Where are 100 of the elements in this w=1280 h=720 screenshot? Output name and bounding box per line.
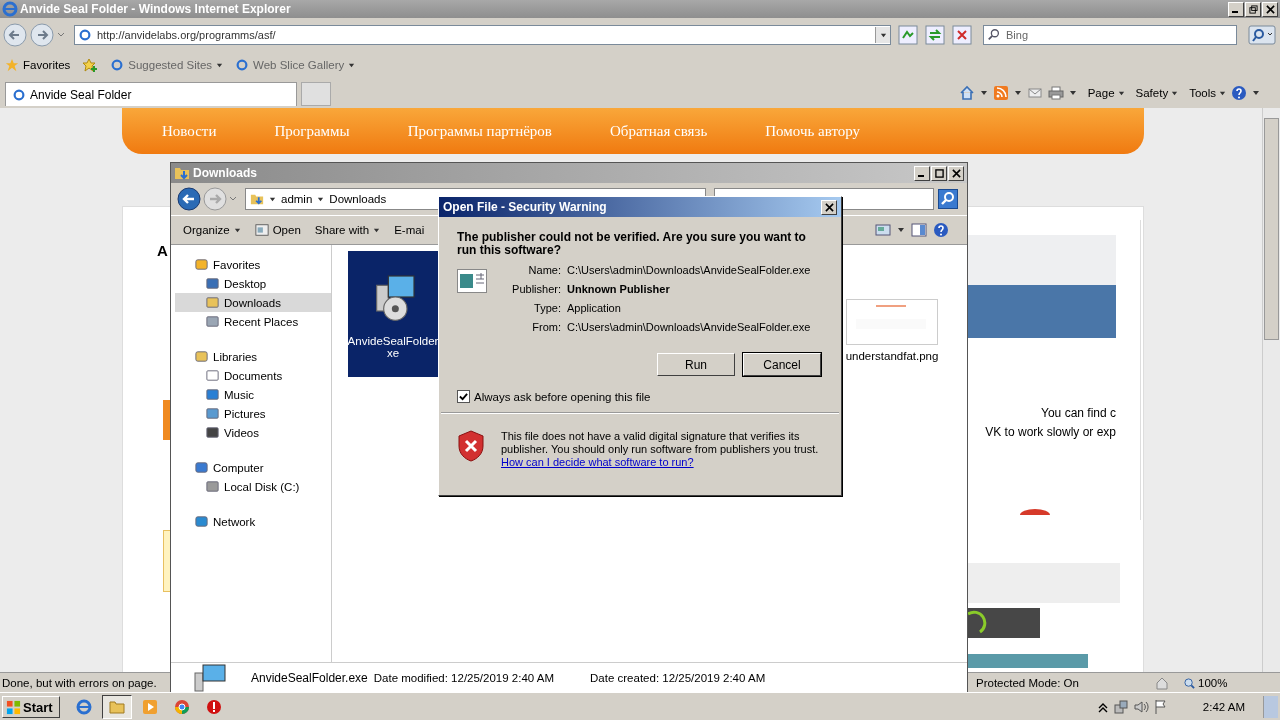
field-label: From: bbox=[531, 320, 561, 335]
checkmark-icon bbox=[459, 392, 468, 401]
speaker-icon[interactable] bbox=[1132, 699, 1149, 715]
protected-mode-status: Protected Mode: On bbox=[975, 677, 1080, 689]
file-item[interactable]: AnvideSealFolder xe bbox=[348, 251, 438, 377]
caret-icon[interactable] bbox=[1013, 89, 1022, 97]
nav-item[interactable]: Documents bbox=[175, 366, 331, 385]
caret-icon bbox=[233, 226, 241, 234]
field-value: C:\Users\admin\Downloads\AnvideSealFolder.exe bbox=[567, 263, 811, 278]
dialog-button[interactable]: Run bbox=[657, 353, 735, 376]
caret-icon bbox=[879, 31, 887, 39]
nav-item[interactable]: Pictures bbox=[175, 404, 331, 423]
checkbox-label[interactable]: Always ask before opening this file bbox=[474, 390, 651, 403]
close-icon bbox=[1265, 4, 1275, 14]
open-icon bbox=[254, 223, 269, 237]
search-field[interactable]: Bing bbox=[983, 25, 1237, 45]
warning-question: The publisher could not be verified. Are you sure you want to run this software? bbox=[457, 231, 807, 257]
scrollbar[interactable] bbox=[1262, 108, 1280, 672]
close-button[interactable] bbox=[948, 165, 964, 181]
checkbox[interactable] bbox=[457, 390, 470, 403]
search-button[interactable] bbox=[938, 189, 958, 209]
file-name: AnvideSealFolder.exe bbox=[251, 671, 368, 685]
alert-icon bbox=[205, 699, 222, 715]
browser-tab[interactable]: Anvide Seal Folder bbox=[5, 82, 297, 106]
caret-icon bbox=[373, 226, 381, 234]
file-item[interactable]: understandfat.png bbox=[844, 299, 940, 362]
favorites-bar-item[interactable]: Web Slice Gallery bbox=[235, 58, 356, 72]
command-menu[interactable]: Tools bbox=[1189, 87, 1226, 99]
caret-icon[interactable] bbox=[1068, 89, 1077, 97]
browser-icon bbox=[2, 1, 18, 17]
add-favorite-icon[interactable] bbox=[82, 57, 99, 73]
minimize-icon bbox=[918, 175, 924, 177]
toolbar-button[interactable]: Open bbox=[250, 223, 305, 237]
caret-icon[interactable] bbox=[897, 226, 905, 234]
close-button[interactable] bbox=[1262, 1, 1278, 17]
nav-item[interactable]: Libraries bbox=[175, 347, 331, 366]
nav-item[interactable]: Computer bbox=[175, 458, 331, 477]
banner-drawing bbox=[968, 608, 1040, 638]
close-icon bbox=[951, 168, 961, 178]
dialog-title: Open File - Security Warning bbox=[443, 200, 607, 214]
maximize-button[interactable] bbox=[931, 165, 947, 181]
nav-item[interactable]: Recent Places bbox=[175, 312, 331, 331]
minimize-button[interactable] bbox=[1228, 1, 1244, 17]
minimize-button[interactable] bbox=[914, 165, 930, 181]
caret-icon bbox=[348, 61, 356, 69]
nav-item[interactable]: Local Disk (C:) bbox=[175, 477, 331, 496]
caret-icon bbox=[1219, 89, 1226, 97]
page-text: VK to work slowly or exp bbox=[985, 425, 1116, 439]
compatibility-icon[interactable] bbox=[898, 25, 918, 45]
refresh-icon[interactable] bbox=[925, 25, 945, 45]
nav-item[interactable]: Desktop bbox=[175, 274, 331, 293]
print-icon[interactable] bbox=[1047, 85, 1064, 101]
page-icon bbox=[110, 58, 125, 72]
nav-item[interactable]: Network bbox=[175, 512, 331, 531]
caret-icon bbox=[1171, 89, 1179, 97]
status-text: Done, but with errors on page. bbox=[1, 677, 158, 689]
window-title: Downloads bbox=[193, 166, 257, 180]
close-button[interactable] bbox=[821, 199, 837, 215]
toolbar-button[interactable]: Share with bbox=[310, 224, 385, 236]
dropdown-button[interactable] bbox=[875, 27, 890, 43]
help-link[interactable]: How can I decide what software to run? bbox=[501, 456, 694, 468]
restore-icon bbox=[1248, 4, 1258, 14]
help-icon[interactable] bbox=[933, 222, 949, 238]
home-icon[interactable] bbox=[958, 85, 975, 101]
zoom-button[interactable]: 100% bbox=[1184, 677, 1228, 689]
nav-item[interactable]: Downloads bbox=[175, 293, 331, 312]
page-icon bbox=[235, 58, 250, 72]
round-logo-icon bbox=[173, 699, 190, 715]
flag-icon[interactable] bbox=[1152, 699, 1169, 715]
stop-icon[interactable] bbox=[952, 25, 972, 45]
restore-button[interactable] bbox=[1245, 1, 1261, 17]
zoom-icon bbox=[1184, 677, 1195, 689]
application-icon bbox=[457, 269, 487, 293]
command-menu[interactable]: Safety bbox=[1135, 87, 1179, 99]
address-field[interactable]: http://anvidelabs.org/programms/asf/ bbox=[74, 25, 891, 45]
nav-item[interactable]: Favorites bbox=[175, 255, 331, 274]
help-icon[interactable] bbox=[1231, 85, 1247, 101]
toolbar-button[interactable]: E-mai bbox=[390, 224, 429, 236]
favorites-bar-item[interactable]: Suggested Sites bbox=[110, 58, 224, 72]
caret-icon[interactable] bbox=[979, 89, 988, 97]
arc-icon bbox=[1020, 509, 1050, 515]
search-button[interactable] bbox=[1248, 25, 1276, 45]
page-heading: A bbox=[157, 242, 168, 259]
browser-icon bbox=[75, 699, 92, 715]
back-button[interactable] bbox=[177, 187, 201, 211]
nav-item[interactable]: Music bbox=[175, 385, 331, 404]
nav-item[interactable]: Videos bbox=[175, 423, 331, 442]
page-icon bbox=[12, 87, 26, 102]
side-strip bbox=[163, 400, 170, 440]
forward-button[interactable] bbox=[30, 23, 54, 47]
preview-pane-icon[interactable] bbox=[911, 222, 927, 238]
start-button[interactable]: Start bbox=[2, 696, 60, 718]
toolbar-button[interactable]: Organize bbox=[179, 224, 245, 236]
favorites-button[interactable]: Favorites bbox=[5, 58, 71, 72]
caret-icon[interactable] bbox=[1252, 89, 1260, 97]
chevron-up-icon[interactable] bbox=[1096, 701, 1109, 713]
command-menu[interactable]: Page bbox=[1087, 87, 1125, 99]
date-modified: Date modified: 12/25/2019 2:40 AM bbox=[373, 672, 555, 684]
dialog-button[interactable]: Cancel bbox=[743, 353, 821, 376]
taskbar-app-icon[interactable] bbox=[101, 695, 132, 719]
